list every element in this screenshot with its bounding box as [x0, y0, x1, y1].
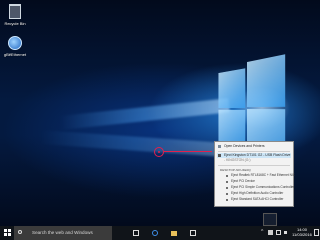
menu-divider — [218, 165, 290, 166]
printer-icon — [218, 145, 221, 148]
device-icon — [226, 198, 228, 201]
light-beam — [39, 130, 231, 158]
chevron-up-icon: ^ — [261, 229, 264, 235]
menu-item-label: Eject High Definition Audio Controller — [231, 191, 284, 195]
recycle-bin-icon — [9, 4, 21, 19]
tray-overflow-highlight — [263, 213, 277, 226]
task-view-button[interactable] — [128, 226, 144, 240]
safely-remove-tray-button[interactable] — [267, 226, 274, 240]
desktop-icon-ethernet[interactable]: gB¥Ethernet — [2, 36, 28, 57]
clock[interactable]: 14:00 11/03/2016 — [291, 227, 313, 237]
menu-item-label: Eject PCI Device — [231, 179, 255, 183]
search-box[interactable]: Search the web and Windows — [14, 226, 112, 240]
network-tray-button[interactable] — [275, 226, 282, 240]
network-icon — [276, 230, 281, 235]
menu-item-kingston-volume: - KINGSTON (G:) — [217, 158, 291, 163]
show-hidden-icons-button[interactable]: ^ — [260, 226, 266, 240]
safely-remove-context-menu: Open Devices and Printers Eject Kingston… — [214, 141, 295, 207]
file-explorer-button[interactable] — [166, 226, 182, 240]
start-button[interactable] — [0, 226, 14, 240]
edge-browser-button[interactable] — [147, 226, 163, 240]
device-icon — [226, 174, 228, 177]
store-bag-icon — [190, 230, 196, 236]
edge-icon — [152, 230, 158, 236]
taskbar: Search the web and Windows ^ 14:00 11/03… — [0, 226, 320, 240]
windows-start-icon — [4, 229, 11, 236]
desktop-icon-label: Recycle Bin — [4, 21, 26, 26]
menu-section-header: DESKTOP-NKU4E0Q — [220, 168, 251, 172]
search-placeholder: Search the web and Windows — [32, 230, 93, 235]
clock-date: 11/03/2016 — [292, 231, 312, 237]
menu-item-label: Eject Realtek RTL8168C + Fast Ethernet N… — [231, 173, 296, 177]
light-beam — [59, 98, 230, 130]
task-view-icon — [133, 230, 139, 236]
menu-item-eject-device[interactable]: Eject Standard SATA AHCI Controller — [217, 197, 291, 202]
menu-item-eject-device[interactable]: Eject PCI Device — [217, 179, 291, 184]
desktop-background: Recycle Bin gB¥Ethernet Open Devices and… — [0, 0, 320, 226]
usb-eject-icon — [268, 230, 273, 235]
search-icon — [18, 230, 22, 234]
volume-tray-button[interactable] — [283, 226, 290, 240]
action-center-icon[interactable] — [314, 229, 319, 236]
menu-divider — [218, 151, 290, 152]
device-icon — [226, 186, 228, 189]
store-button[interactable] — [185, 226, 201, 240]
network-globe-icon — [8, 36, 22, 50]
annotation-line — [164, 151, 212, 152]
annotation-circle — [154, 147, 164, 157]
menu-item-eject-device[interactable]: Eject Realtek RTL8168C + Fast Ethernet N… — [217, 173, 295, 178]
menu-item-sublabel: - KINGSTON (G:) — [224, 158, 251, 162]
menu-item-label: Open Devices and Printers — [224, 144, 265, 148]
menu-item-open-devices[interactable]: Open Devices and Printers — [217, 144, 291, 149]
menu-item-eject-device[interactable]: Eject PCI Simple Communications Controll… — [217, 185, 295, 190]
menu-item-eject-device[interactable]: Eject High Definition Audio Controller — [217, 191, 291, 196]
desktop-icon-label: gB¥Ethernet — [3, 52, 27, 57]
menu-item-label: Eject Standard SATA AHCI Controller — [231, 197, 284, 201]
desktop-icon-recycle-bin[interactable]: Recycle Bin — [2, 4, 28, 26]
device-icon — [226, 180, 228, 183]
device-icon — [226, 192, 228, 195]
folder-icon — [171, 231, 177, 236]
menu-item-label: Eject PCI Simple Communications Controll… — [231, 185, 295, 189]
speaker-icon — [284, 231, 287, 234]
usb-drive-icon — [218, 154, 221, 157]
